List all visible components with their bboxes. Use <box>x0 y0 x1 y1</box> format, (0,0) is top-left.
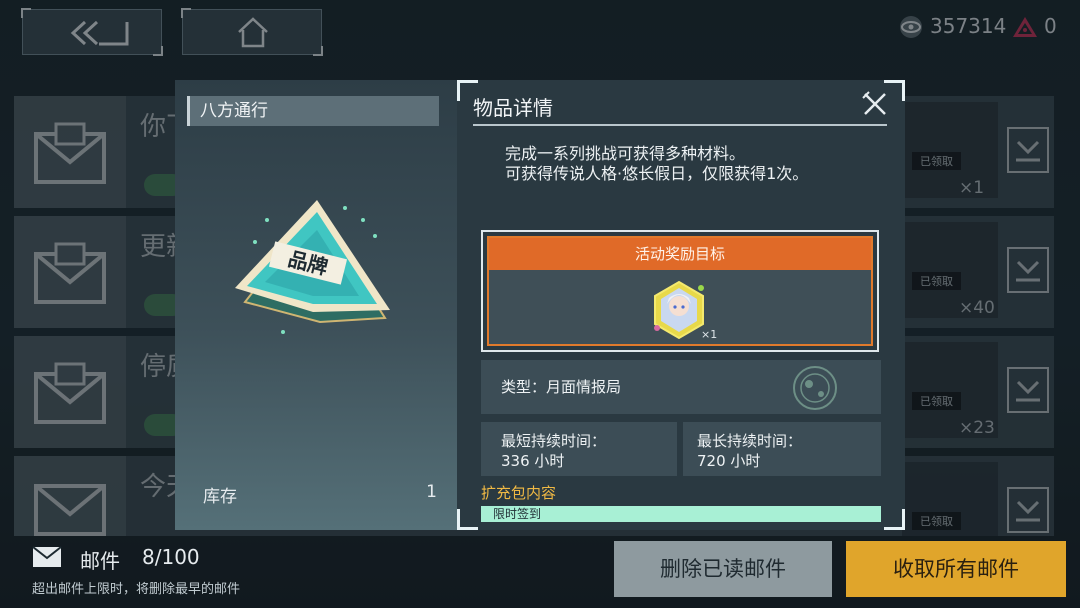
type-label: 类型：月面情报局 <box>501 378 622 396</box>
type-box: 类型：月面情报局 <box>481 360 881 414</box>
min-duration-box: 最短持续时间： 336 小时 <box>481 422 677 476</box>
max-duration-value: 720 小时 <box>697 452 761 470</box>
max-duration-box: 最长持续时间： 720 小时 <box>683 422 881 476</box>
reward-quantity: ×1 <box>701 328 718 341</box>
mail-count: 8/100 <box>142 545 200 569</box>
reward-target-box: 活动奖励目标 ×1 <box>487 236 873 346</box>
item-description: 完成一系列挑战可获得多种材料。 可获得传说人格·悠长假日，仅限获得1次。 <box>505 144 809 183</box>
reward-target-frame: 活动奖励目标 ×1 <box>481 230 879 352</box>
signin-entry[interactable]: 限时签到 <box>481 506 881 522</box>
mail-icon <box>32 546 62 567</box>
min-duration-value: 336 小时 <box>501 452 565 470</box>
expansion-contents-label: 扩充包内容 <box>481 484 557 502</box>
item-name: 八方通行 <box>187 96 439 126</box>
collect-all-mail-button[interactable]: 收取所有邮件 <box>846 541 1066 597</box>
mail-limit-warning: 超出邮件上限时，将删除最早的邮件 <box>32 582 241 597</box>
mail-label: 邮件 <box>80 549 120 573</box>
stock-value: 1 <box>426 482 437 502</box>
moon-agency-emblem-icon <box>793 366 837 410</box>
stock-label: 库存 <box>203 487 237 507</box>
brand-pyramid-item-icon: 品牌 <box>235 200 390 334</box>
signin-label: 限时签到 <box>493 507 542 521</box>
min-duration-label: 最短持续时间： <box>501 432 607 450</box>
close-icon[interactable] <box>861 90 889 118</box>
item-detail-panel: 物品详情 完成一系列挑战可获得多种材料。 可获得传说人格·悠长假日，仅限获得1次… <box>457 80 905 530</box>
frame-corner <box>457 509 478 530</box>
delete-read-mail-button[interactable]: 删除已读邮件 <box>614 541 832 597</box>
frame-corner <box>884 509 905 530</box>
reward-target-header: 活动奖励目标 <box>489 238 871 270</box>
max-duration-label: 最长持续时间： <box>697 432 803 450</box>
title-divider <box>473 124 887 126</box>
character-reward-icon[interactable] <box>649 278 709 342</box>
detail-title: 物品详情 <box>473 96 553 120</box>
item-preview-panel: 八方通行 品牌 库存 1 <box>175 80 457 530</box>
